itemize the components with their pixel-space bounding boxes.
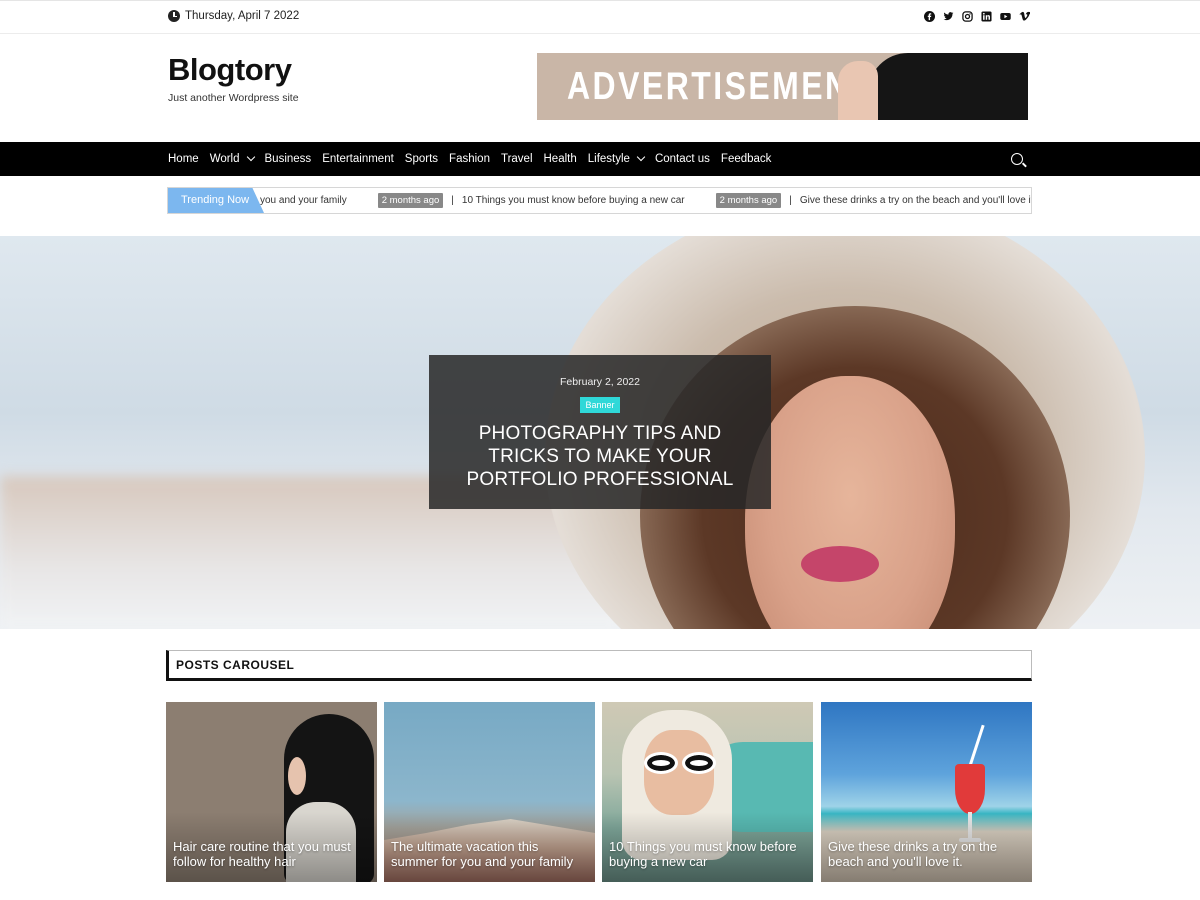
nav-item-business[interactable]: Business	[265, 153, 312, 165]
carousel-post-title[interactable]: Give these drinks a try on the beach and…	[828, 839, 1024, 869]
nav-item-contact-us[interactable]: Contact us	[655, 153, 710, 165]
hero-image-lips	[801, 546, 879, 582]
trending-now-badge: Trending Now	[168, 188, 264, 213]
carousel-post[interactable]: The ultimate vacation this summer for yo…	[384, 702, 595, 882]
ticker-item-title[interactable]: Give these drinks a try on the beach and…	[800, 195, 1031, 206]
nav-item-label: Health	[543, 153, 577, 165]
nav-item-label: Fashion	[449, 153, 490, 165]
main-navigation: Home World Business Entertainment Sports…	[0, 142, 1200, 176]
facebook-icon[interactable]	[924, 11, 935, 22]
nav-item-entertainment[interactable]: Entertainment	[322, 153, 394, 165]
advertisement-text: ADVERTISEMENT	[567, 65, 873, 108]
nav-item-label: Business	[264, 153, 312, 165]
trending-ticker: Trending Now you and your family 2 month…	[167, 187, 1032, 214]
vimeo-icon[interactable]	[1019, 11, 1030, 22]
instagram-icon[interactable]	[962, 11, 973, 22]
nav-item-world[interactable]: World	[209, 152, 255, 165]
carousel-post[interactable]: 10 Things you must know before buying a …	[602, 702, 813, 882]
nav-item-home[interactable]: Home	[168, 153, 199, 165]
carousel-post-title[interactable]: The ultimate vacation this summer for yo…	[391, 839, 587, 869]
carousel-post-title[interactable]: 10 Things you must know before buying a …	[609, 839, 805, 869]
youtube-icon[interactable]	[1000, 11, 1011, 22]
section-heading: POSTS CAROUSEL	[166, 650, 1032, 681]
nav-item-label: World	[209, 153, 240, 165]
ticker-item-time: 2 months ago	[715, 193, 782, 208]
nav-item-travel[interactable]: Travel	[501, 153, 533, 165]
social-links	[924, 11, 1030, 22]
carousel-post[interactable]: Hair care routine that you must follow f…	[166, 702, 377, 882]
carousel-post[interactable]: Give these drinks a try on the beach and…	[821, 702, 1032, 882]
ticker-separator: |	[789, 195, 792, 206]
hero-post-title[interactable]: PHOTOGRAPHY TIPS AND TRICKS TO MAKE YOUR…	[445, 422, 755, 491]
site-tagline: Just another Wordpress site	[168, 92, 299, 104]
search-icon[interactable]	[1011, 153, 1023, 165]
nav-item-label: Lifestyle	[587, 153, 630, 165]
ticker-separator: |	[451, 195, 454, 206]
advertisement-image	[833, 53, 1028, 120]
posts-carousel: Hair care routine that you must follow f…	[166, 702, 1032, 882]
nav-item-label: Contact us	[654, 153, 710, 165]
section-heading-text: POSTS CAROUSEL	[176, 658, 295, 672]
site-logo[interactable]: Blogtory	[168, 52, 292, 88]
nav-item-label: Travel	[500, 153, 533, 165]
clock-icon	[168, 10, 180, 22]
top-bar: Thursday, April 7 2022	[0, 0, 1200, 34]
hero-post-date: February 2, 2022	[560, 376, 640, 388]
nav-item-label: Feedback	[720, 153, 772, 165]
nav-item-health[interactable]: Health	[544, 153, 577, 165]
nav-item-fashion[interactable]: Fashion	[449, 153, 490, 165]
nav-item-label: Sports	[404, 153, 439, 165]
ticker-item-title[interactable]: 10 Things you must know before buying a …	[462, 195, 685, 206]
ticker-items: you and your family 2 months ago | 10 Th…	[260, 188, 1031, 213]
chevron-down-icon	[246, 152, 255, 162]
hero-banner[interactable]: February 2, 2022 Banner PHOTOGRAPHY TIPS…	[0, 236, 1200, 629]
hero-category-badge[interactable]: Banner	[580, 397, 620, 413]
current-date-text: Thursday, April 7 2022	[185, 10, 300, 22]
twitter-icon[interactable]	[943, 11, 954, 22]
ticker-item-title[interactable]: you and your family	[260, 195, 347, 206]
nav-item-lifestyle[interactable]: Lifestyle	[587, 152, 646, 165]
ticker-item-time: 2 months ago	[377, 193, 444, 208]
current-date: Thursday, April 7 2022	[168, 10, 299, 22]
nav-item-feedback[interactable]: Feedback	[721, 153, 772, 165]
hero-caption-card: February 2, 2022 Banner PHOTOGRAPHY TIPS…	[429, 355, 771, 509]
nav-item-sports[interactable]: Sports	[405, 153, 438, 165]
nav-item-label: Home	[168, 153, 199, 165]
linkedin-icon[interactable]	[981, 11, 992, 22]
carousel-post-title[interactable]: Hair care routine that you must follow f…	[173, 839, 369, 869]
nav-item-label: Entertainment	[322, 153, 394, 165]
advertisement-banner[interactable]: ADVERTISEMENT	[537, 53, 1028, 120]
chevron-down-icon	[636, 152, 646, 162]
